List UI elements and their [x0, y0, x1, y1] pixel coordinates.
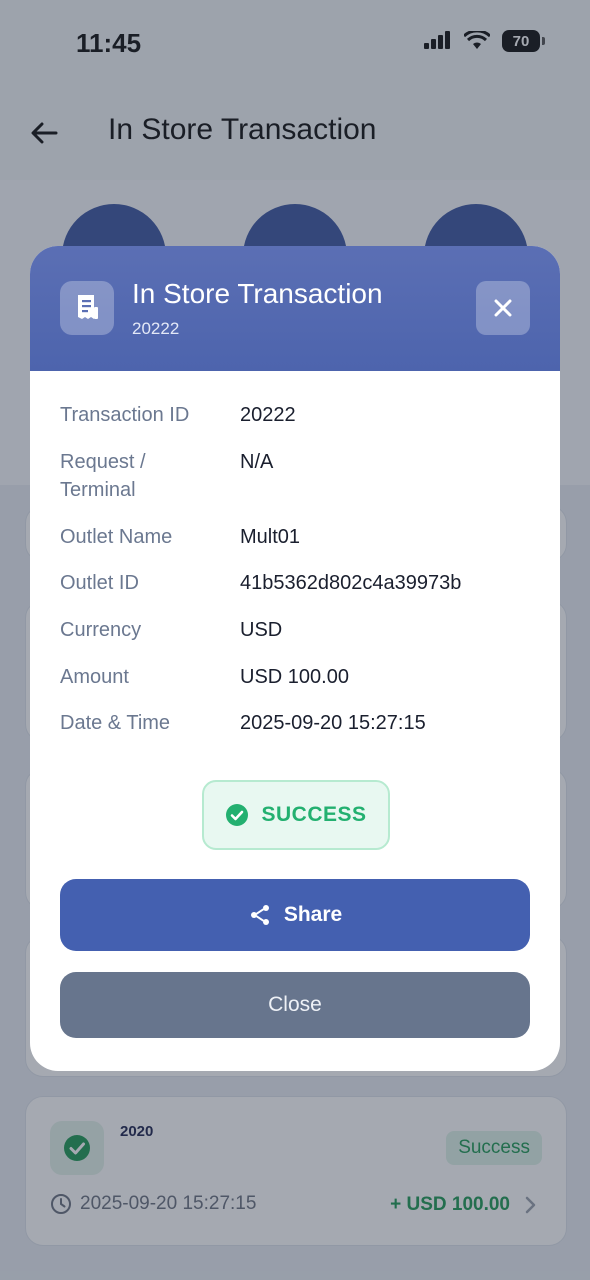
detail-row-outlet-name: Outlet Name Mult01 [60, 523, 530, 551]
detail-value: USD [240, 619, 283, 641]
status-text: SUCCESS [261, 803, 367, 826]
close-button[interactable]: Close [60, 972, 530, 1038]
detail-label: Transaction ID [60, 404, 190, 426]
detail-label: Amount [60, 666, 129, 688]
transaction-detail-modal: In Store Transaction 20222 Transaction I… [30, 246, 560, 1071]
check-circle-icon [226, 804, 249, 826]
close-button-label: Close [268, 993, 322, 1016]
status-badge: SUCCESS [202, 780, 390, 850]
share-icon [250, 905, 269, 925]
detail-value: Mult01 [240, 526, 301, 548]
close-icon [494, 299, 512, 317]
modal-subtitle: 20222 [132, 319, 180, 338]
detail-row-outlet-id: Outlet ID 41b5362d802c4a39973b [60, 569, 530, 597]
receipt-icon [60, 281, 114, 335]
close-icon-button[interactable] [476, 281, 530, 335]
detail-label: Outlet ID [60, 572, 139, 594]
detail-label: Date & Time [60, 712, 171, 734]
share-button[interactable]: Share [60, 879, 530, 951]
detail-value: N/A [240, 451, 274, 473]
detail-row-request-terminal: Request / Terminal N/A [60, 448, 530, 504]
modal-title: In Store Transaction [132, 278, 383, 309]
detail-row-transaction-id: Transaction ID 20222 [60, 401, 530, 429]
detail-value: USD 100.00 [240, 666, 349, 688]
detail-row-date-time: Date & Time 2025-09-20 15:27:15 [60, 709, 530, 737]
detail-label: Outlet Name [60, 526, 173, 548]
detail-value: 41b5362d802c4a39973b [240, 572, 462, 594]
modal-header: In Store Transaction 20222 [30, 246, 560, 371]
detail-value: 20222 [240, 404, 296, 426]
share-button-label: Share [283, 903, 343, 926]
detail-row-currency: Currency USD [60, 616, 530, 644]
detail-label: Currency [60, 619, 142, 641]
detail-value: 2025-09-20 15:27:15 [240, 712, 426, 734]
detail-label: Request / Terminal [60, 451, 146, 501]
detail-row-amount: Amount USD 100.00 [60, 663, 530, 691]
